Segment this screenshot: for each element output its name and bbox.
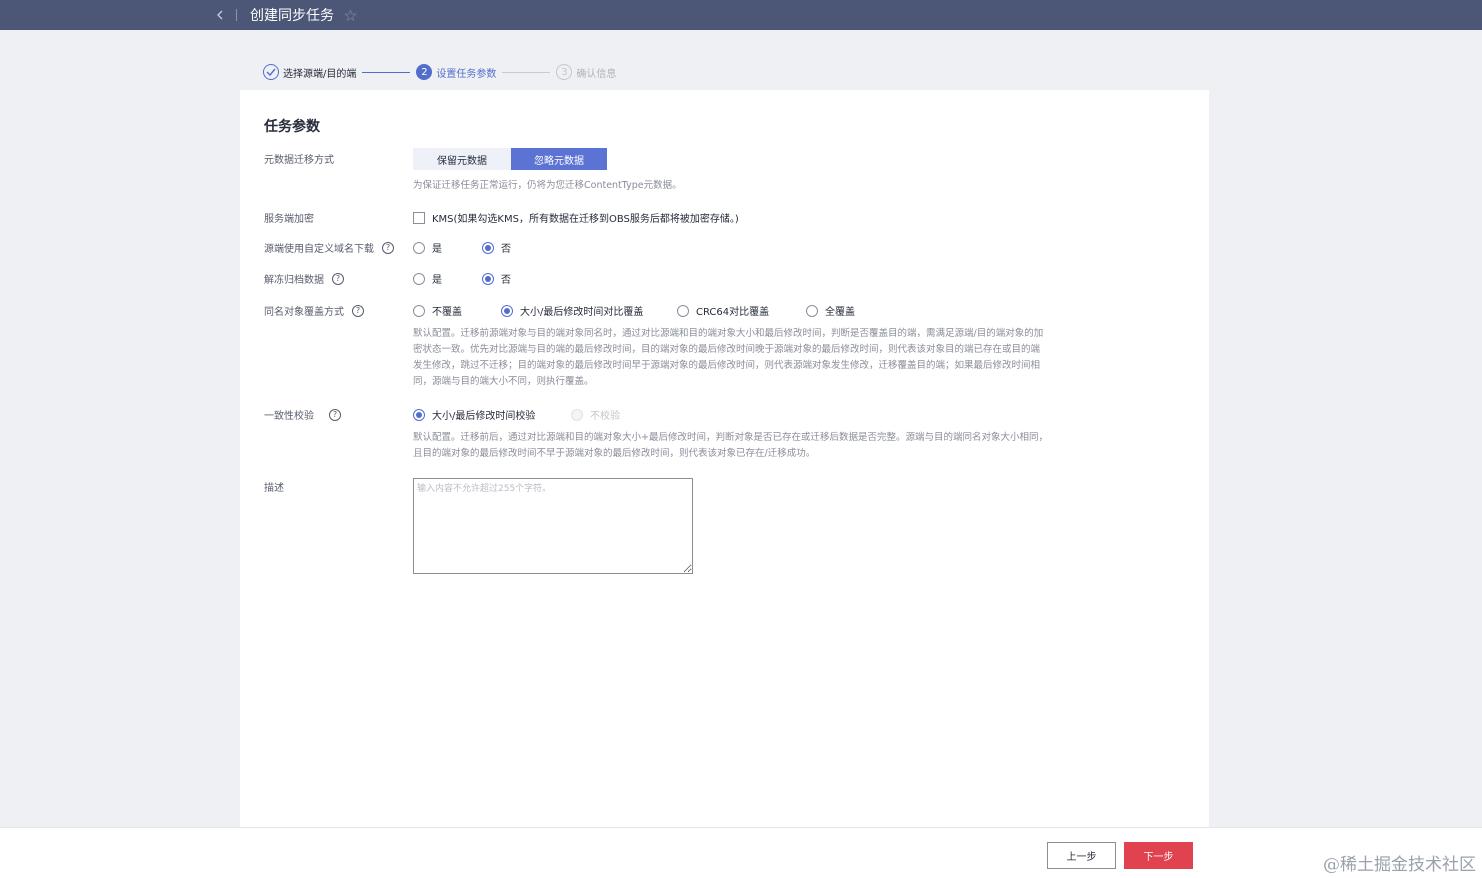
consistency-hint: 默认配置。迁移前后，通过对比源端和目的端对象大小+最后修改时间，判断对象是否已存… — [413, 430, 1048, 462]
consistency-label: 一致性校验 ? — [264, 407, 341, 422]
custom-domain-no[interactable]: 否 — [482, 240, 511, 255]
step-label: 设置任务参数 — [436, 68, 497, 80]
radio-circle — [501, 304, 513, 317]
step-number: 2 — [416, 64, 433, 80]
unfreeze-label: 解冻归档数据 ? — [264, 271, 344, 286]
step-set-params: 2 设置任务参数 — [416, 64, 496, 80]
step-connector — [362, 71, 411, 73]
overwrite-hint: 默认配置。迁移前源端对象与目的端对象同名时，通过对比源端和目的端对象大小和最后修… — [413, 326, 1043, 390]
chevron-left-icon — [217, 10, 223, 20]
favorite-button[interactable] — [344, 8, 358, 22]
overwrite-size-time[interactable]: 大小/最后修改时间对比覆盖 — [501, 303, 677, 318]
hint-line: 默认配置。迁移前源端对象与目的端对象同名时，通过对比源端和目的端对象大小和最后修… — [413, 328, 1044, 339]
overwrite-label: 同名对象覆盖方式 ? — [264, 303, 364, 318]
top-bar: 创建同步任务 — [0, 0, 1482, 30]
step-label: 选择源端/目的端 — [283, 68, 357, 80]
step-confirm: 3 确认信息 — [556, 64, 616, 80]
consistency-label-text: 一致性校验 — [264, 411, 314, 422]
progress-steps: 选择源端/目的端 2 设置任务参数 3 确认信息 — [263, 63, 616, 81]
overwrite-crc64[interactable]: CRC64对比覆盖 — [677, 303, 806, 318]
watermark: @稀土掘金技术社区 — [1323, 855, 1476, 875]
step-connector — [502, 71, 551, 73]
description-textarea[interactable] — [413, 478, 693, 574]
unfreeze-label-text: 解冻归档数据 — [264, 275, 324, 286]
encryption-label: 服务端加密 — [264, 214, 314, 225]
radio-label: 是 — [432, 244, 442, 255]
radio-circle — [677, 304, 689, 317]
radio-circle — [806, 304, 818, 317]
next-step-button[interactable]: 下一步 — [1124, 842, 1193, 869]
metadata-label: 元数据迁移方式 — [264, 155, 334, 166]
help-icon[interactable]: ? — [382, 241, 394, 254]
keep-metadata-option[interactable]: 保留元数据 — [413, 148, 511, 170]
custom-domain-yes[interactable]: 是 — [413, 240, 482, 255]
radio-label: 否 — [501, 244, 511, 255]
hint-line: 默认配置。迁移前后，通过对比源端和目的端对象大小+最后修改时间，判断对象是否已存… — [413, 432, 1048, 443]
task-params-card: 任务参数 元数据迁移方式 保留元数据 忽略元数据 为保证迁移任务正常运行，仍将为… — [240, 90, 1209, 827]
consistency-none: 不校验 — [571, 407, 620, 422]
radio-label: 全覆盖 — [825, 307, 855, 318]
metadata-hint: 为保证迁移任务正常运行，仍将为您迁移ContentType元数据。 — [413, 180, 682, 191]
custom-domain-label: 源端使用自定义域名下载 ? — [264, 240, 394, 255]
star-outline-icon — [344, 8, 357, 21]
divider — [236, 9, 237, 21]
encryption-control: KMS(如果勾选KMS，所有数据在迁移到OBS服务后都将被加密存储。) — [413, 210, 739, 225]
unfreeze-radio-group: 是 否 — [413, 271, 511, 286]
consistency-radio-group: 大小/最后修改时间校验 不校验 — [413, 407, 620, 422]
overwrite-radio-group: 不覆盖 大小/最后修改时间对比覆盖 CRC64对比覆盖 全覆盖 — [413, 303, 855, 318]
description-label: 描述 — [264, 483, 284, 494]
radio-label: 不校验 — [590, 411, 620, 422]
help-icon[interactable]: ? — [329, 408, 341, 421]
overwrite-label-text: 同名对象覆盖方式 — [264, 307, 344, 318]
radio-circle — [482, 272, 494, 285]
overwrite-none[interactable]: 不覆盖 — [413, 303, 501, 318]
radio-label: 是 — [432, 275, 442, 286]
radio-label: CRC64对比覆盖 — [696, 307, 770, 318]
check-icon — [263, 64, 279, 80]
back-button[interactable] — [212, 7, 228, 23]
help-icon[interactable]: ? — [332, 272, 344, 285]
hint-line: 发生修改，跳过不迁移；目的端对象的最后修改时间早于源端对象的最后修改时间，则代表… — [413, 360, 1041, 371]
radio-label: 不覆盖 — [432, 307, 462, 318]
prev-step-button[interactable]: 上一步 — [1047, 842, 1116, 869]
kms-checkbox[interactable] — [413, 211, 425, 224]
metadata-segmented: 保留元数据 忽略元数据 — [413, 148, 607, 170]
radio-circle — [413, 408, 425, 421]
radio-label: 大小/最后修改时间校验 — [432, 411, 536, 422]
radio-label: 大小/最后修改时间对比覆盖 — [520, 307, 644, 318]
custom-domain-radio-group: 是 否 — [413, 240, 511, 255]
page-title: 创建同步任务 — [250, 8, 334, 24]
hint-line: 密状态一致。优先对比源端与目的端的最后修改时间，目的端对象的最后修改时间晚于源端… — [413, 344, 1041, 355]
unfreeze-yes[interactable]: 是 — [413, 271, 482, 286]
footer-bar: 上一步 下一步 @稀土掘金技术社区 — [0, 827, 1482, 878]
help-icon[interactable]: ? — [352, 304, 364, 317]
hint-line: 且目的端对象的最后修改时间不早于源端对象的最后修改时间，则代表该对象已存在/迁移… — [413, 448, 816, 459]
section-title: 任务参数 — [264, 119, 320, 135]
custom-domain-label-text: 源端使用自定义域名下载 — [264, 244, 374, 255]
step-number: 3 — [556, 64, 573, 80]
radio-circle — [571, 408, 583, 421]
ignore-metadata-option[interactable]: 忽略元数据 — [511, 148, 607, 170]
radio-circle — [482, 241, 494, 254]
step-select-endpoints: 选择源端/目的端 — [263, 64, 356, 80]
overwrite-all[interactable]: 全覆盖 — [806, 303, 855, 318]
kms-checkbox-label: KMS(如果勾选KMS，所有数据在迁移到OBS服务后都将被加密存储。) — [432, 214, 739, 225]
radio-circle — [413, 304, 425, 317]
hint-line: 同，源端与目的端大小不同，则执行覆盖。 — [413, 376, 594, 387]
unfreeze-no[interactable]: 否 — [482, 271, 511, 286]
radio-circle — [413, 241, 425, 254]
radio-circle — [413, 272, 425, 285]
consistency-size-time[interactable]: 大小/最后修改时间校验 — [413, 407, 571, 422]
radio-label: 否 — [501, 275, 511, 286]
step-label: 确认信息 — [576, 68, 617, 80]
